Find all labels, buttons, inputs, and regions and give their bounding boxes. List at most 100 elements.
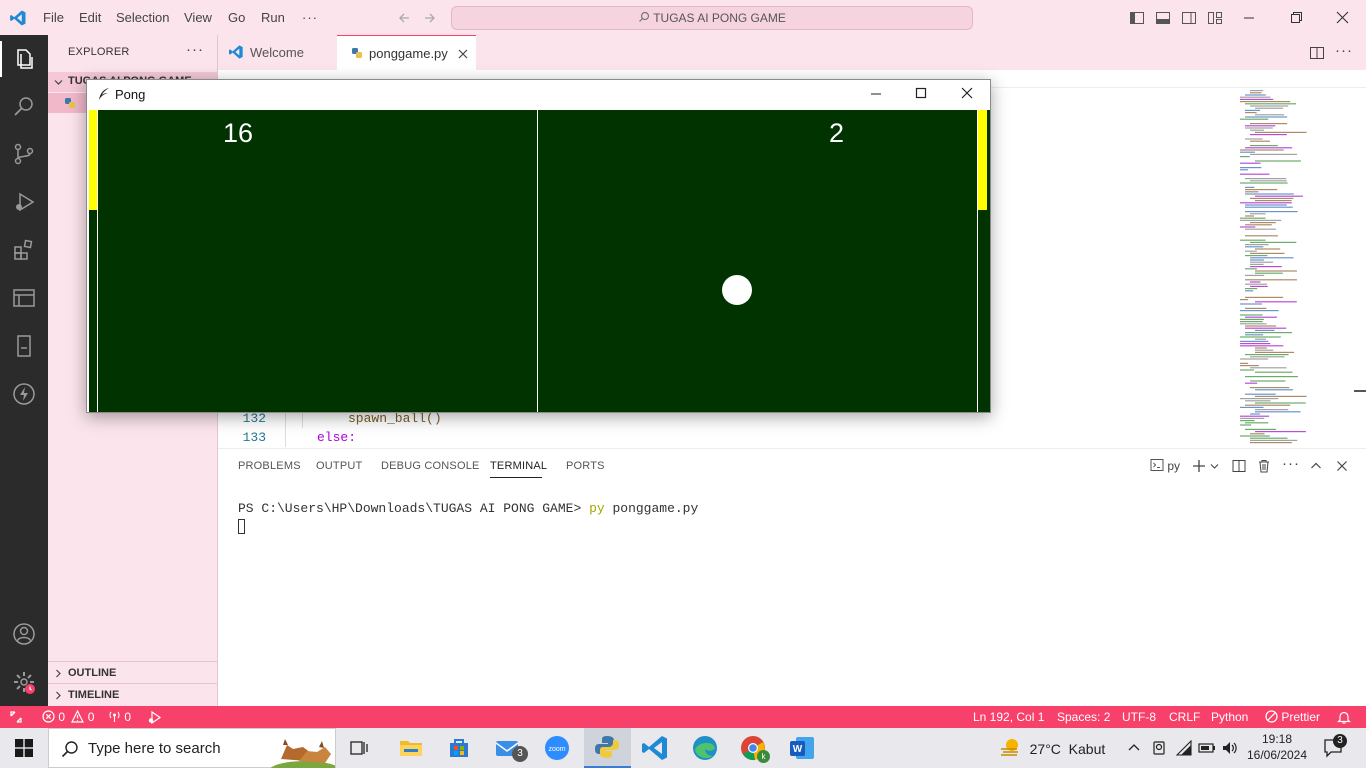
- panel-tab-terminal[interactable]: TERMINAL: [490, 460, 547, 472]
- timeline-section[interactable]: TIMELINE: [48, 683, 217, 705]
- minimize-icon[interactable]: [1243, 12, 1255, 24]
- toggle-panel-icon[interactable]: [1155, 10, 1171, 26]
- search-sidebar-icon[interactable]: [0, 82, 48, 130]
- tray-expand-chevron-icon[interactable]: [1127, 742, 1141, 754]
- pong-minimize-icon[interactable]: [870, 88, 882, 100]
- menu-run[interactable]: Run: [261, 0, 285, 35]
- pong-window[interactable]: Pong 16 2: [86, 79, 991, 413]
- debug-run-icon[interactable]: [147, 710, 162, 725]
- toggle-secondary-sidebar-icon[interactable]: [1181, 10, 1197, 26]
- file-explorer-icon[interactable]: [395, 732, 427, 764]
- encoding[interactable]: UTF-8: [1122, 706, 1156, 728]
- remote-indicator[interactable]: [0, 706, 33, 728]
- mail-app[interactable]: 3: [491, 732, 529, 764]
- lightning-icon[interactable]: [0, 370, 48, 418]
- problems-status[interactable]: 0 0: [42, 706, 94, 728]
- tk-feather-icon: [99, 88, 109, 100]
- notifications-bell-icon[interactable]: [1337, 710, 1351, 724]
- menu-edit[interactable]: Edit: [79, 0, 101, 35]
- volume-icon[interactable]: [1221, 740, 1239, 756]
- menu-file[interactable]: File: [43, 0, 64, 35]
- panel-tab-problems[interactable]: PROBLEMS: [238, 460, 301, 472]
- minimap[interactable]: [1236, 88, 1356, 446]
- edge-icon[interactable]: [689, 732, 721, 764]
- minimap-line: [1255, 329, 1275, 331]
- editor-more-icon[interactable]: ···: [1335, 42, 1353, 59]
- pong-close-icon[interactable]: [961, 87, 973, 99]
- accounts-icon[interactable]: [0, 610, 48, 658]
- minimap-line: [1240, 299, 1249, 301]
- ports-status[interactable]: 0: [108, 706, 131, 728]
- maximize-panel-chevron-up-icon[interactable]: [1310, 460, 1322, 472]
- source-control-icon[interactable]: [0, 130, 48, 178]
- split-terminal-icon[interactable]: [1232, 459, 1246, 473]
- explorer-icon[interactable]: [0, 35, 48, 83]
- tab-ponggame[interactable]: ponggame.py: [337, 35, 476, 70]
- camera-tray-icon[interactable]: [1151, 740, 1167, 756]
- wifi-icon[interactable]: [1175, 740, 1193, 756]
- manage-gear-icon[interactable]: [0, 658, 48, 706]
- minimap-line: [1245, 290, 1254, 292]
- menu-go[interactable]: Go: [228, 0, 245, 35]
- vscode-taskbar-icon[interactable]: [639, 732, 671, 764]
- minimap-line: [1240, 173, 1270, 175]
- panel-tab-output[interactable]: OUTPUT: [316, 460, 362, 472]
- prettier-status[interactable]: Prettier: [1265, 706, 1320, 728]
- battery-icon[interactable]: [1198, 740, 1216, 756]
- menu-selection[interactable]: Selection: [116, 0, 169, 35]
- pong-titlebar[interactable]: Pong: [87, 80, 990, 110]
- end-of-line[interactable]: CRLF: [1169, 706, 1200, 728]
- toggle-primary-sidebar-icon[interactable]: [1129, 10, 1145, 26]
- windows-start-icon[interactable]: [15, 739, 33, 757]
- extensions-icon[interactable]: [0, 226, 48, 274]
- minimap-line: [1240, 303, 1262, 305]
- zoom-icon[interactable]: zoom: [541, 732, 573, 764]
- cursor-position[interactable]: Ln 192, Col 1: [973, 706, 1044, 728]
- pong-maximize-icon[interactable]: [915, 87, 927, 99]
- tab-welcome[interactable]: Welcome: [218, 35, 337, 70]
- testing-icon[interactable]: [0, 322, 48, 370]
- close-panel-icon[interactable]: [1336, 460, 1348, 472]
- indentation[interactable]: Spaces: 2: [1057, 706, 1110, 728]
- terminal-shell-selector[interactable]: py: [1150, 458, 1180, 474]
- restore-icon[interactable]: [1290, 11, 1303, 24]
- pong-canvas[interactable]: 16 2: [89, 110, 990, 412]
- kill-terminal-trash-icon[interactable]: [1257, 459, 1271, 473]
- explorer-more-icon[interactable]: ···: [186, 41, 204, 58]
- chrome-app[interactable]: k: [737, 732, 771, 764]
- panel-tab-ports[interactable]: PORTS: [566, 460, 605, 472]
- minimap-line: [1245, 94, 1266, 96]
- customize-layout-icon[interactable]: [1207, 10, 1223, 26]
- panel-tab-debug-console[interactable]: DEBUG CONSOLE: [381, 460, 480, 472]
- scrollbar-thumb[interactable]: [1354, 390, 1366, 392]
- action-center[interactable]: 3: [1322, 734, 1348, 759]
- terminal-output[interactable]: PS C:\Users\HP\Downloads\TUGAS AI PONG G…: [238, 501, 698, 516]
- minimap-line: [1250, 197, 1294, 199]
- forward-arrow-icon[interactable]: [423, 11, 437, 25]
- split-editor-icon[interactable]: [1309, 45, 1325, 61]
- taskbar-search[interactable]: Type here to search: [48, 728, 336, 768]
- back-arrow-icon[interactable]: [397, 11, 411, 25]
- panel-more-icon[interactable]: ···: [1282, 455, 1300, 472]
- task-view-icon[interactable]: [350, 738, 370, 758]
- weather-widget[interactable]: 27°C Kabut: [998, 736, 1105, 760]
- minimap-line: [1245, 268, 1257, 270]
- command-center-search[interactable]: TUGAS AI PONG GAME: [451, 6, 973, 30]
- chevron-down-icon[interactable]: [1210, 462, 1219, 471]
- menu-more-icon[interactable]: ···: [302, 0, 318, 35]
- new-terminal-icon[interactable]: [1192, 459, 1206, 473]
- clock[interactable]: 19:18 16/06/2024: [1246, 731, 1308, 763]
- minimap-line: [1250, 380, 1286, 382]
- remote-explorer-icon[interactable]: [0, 274, 48, 322]
- python-pong-task[interactable]: [584, 728, 631, 768]
- outline-section[interactable]: OUTLINE: [48, 661, 217, 683]
- word-icon[interactable]: W: [786, 732, 818, 764]
- menu-view[interactable]: View: [184, 0, 212, 35]
- minimap-line: [1245, 404, 1291, 406]
- tab-close-icon[interactable]: [458, 49, 468, 59]
- minimap-line: [1245, 228, 1276, 230]
- language-mode[interactable]: Python: [1211, 706, 1248, 728]
- microsoft-store-icon[interactable]: [443, 732, 475, 764]
- run-debug-icon[interactable]: [0, 178, 48, 226]
- close-window-icon[interactable]: [1336, 11, 1349, 24]
